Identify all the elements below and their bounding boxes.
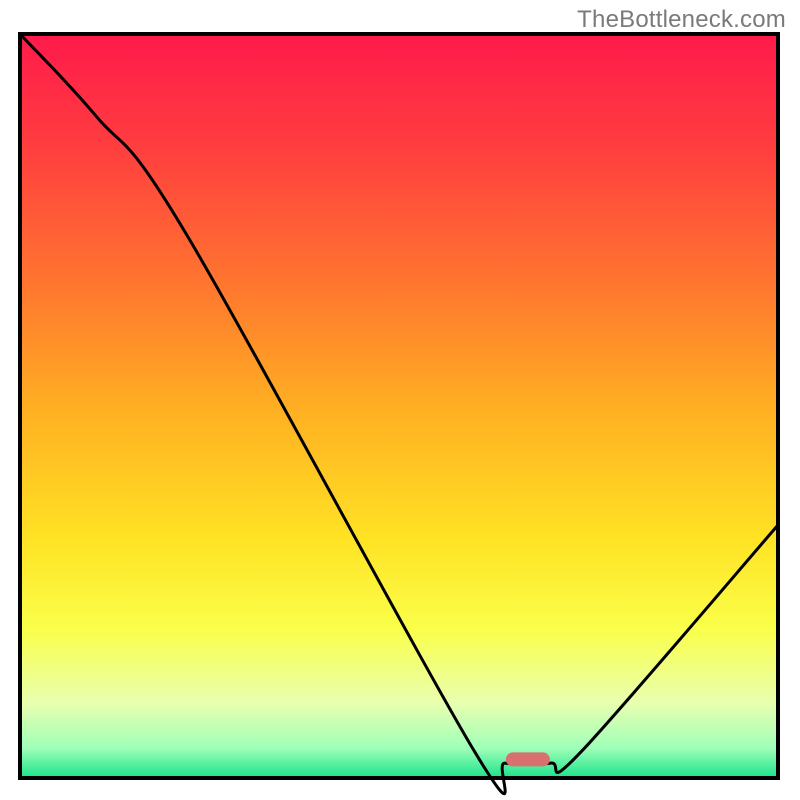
plot-area	[20, 34, 778, 794]
watermark-text: TheBottleneck.com	[577, 6, 786, 34]
gradient-background	[20, 34, 778, 778]
chart-svg	[0, 0, 800, 800]
optimal-marker	[506, 752, 550, 766]
chart-container: TheBottleneck.com	[0, 0, 800, 800]
